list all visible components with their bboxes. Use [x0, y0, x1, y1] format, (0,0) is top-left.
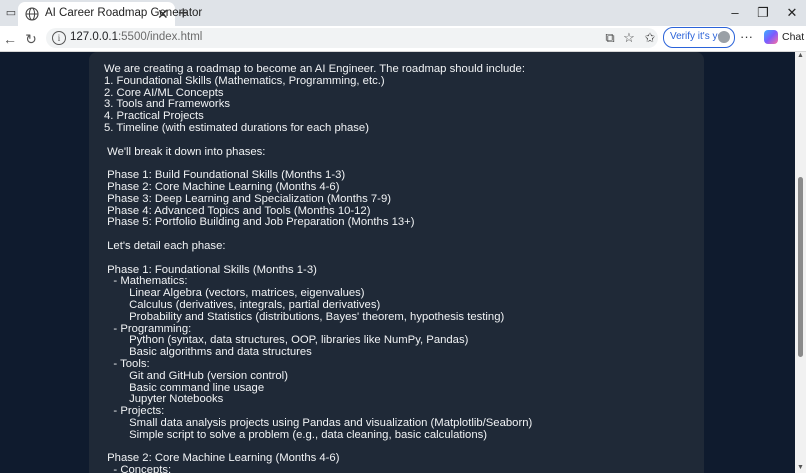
roadmap-output-card: We are creating a roadmap to become an A…	[89, 52, 704, 473]
scroll-up-icon[interactable]: ▲	[797, 52, 804, 59]
roadmap-line: Phase 2: Core Machine Learning (Months 4…	[104, 180, 340, 193]
browser-tab[interactable]: AI Career Roadmap Generator ✕	[18, 2, 202, 26]
favorites-icon[interactable]: ✩	[642, 30, 658, 46]
copilot-icon[interactable]	[764, 30, 778, 44]
more-options-icon[interactable]: ···	[740, 29, 753, 44]
roadmap-line	[104, 135, 699, 147]
url-text: 127.0.0.1:5500/index.html	[70, 31, 203, 43]
minimize-button[interactable]: –	[723, 3, 747, 23]
roadmap-line: Basic algorithms and data structures	[104, 346, 312, 359]
roadmap-line: 5. Timeline (with estimated durations fo…	[104, 121, 369, 134]
page-viewport: We are creating a roadmap to become an A…	[0, 52, 795, 473]
roadmap-line: Phase 1: Foundational Skills (Months 1-3…	[104, 263, 317, 276]
address-bar[interactable]: i 127.0.0.1:5500/index.html ⧉ ☆ ✩	[46, 28, 658, 48]
roadmap-line: Phase 2: Core Machine Learning (Months 4…	[104, 452, 340, 465]
roadmap-line: Git and GitHub (version control)	[104, 369, 288, 382]
reload-button[interactable]: ↻	[21, 29, 41, 49]
roadmap-line: 1. Foundational Skills (Mathematics, Pro…	[104, 74, 385, 87]
tab-strip: ▭ AI Career Roadmap Generator ✕ + – ❐ ✕	[0, 0, 806, 26]
tab-close-icon[interactable]: ✕	[157, 6, 169, 22]
roadmap-line: Small data analysis projects using Panda…	[104, 416, 533, 429]
verify-profile-button[interactable]: Verify it's you	[663, 27, 735, 48]
address-bar-row: ← ↻ i 127.0.0.1:5500/index.html ⧉ ☆ ✩ Ve…	[0, 26, 806, 52]
roadmap-line	[104, 253, 699, 265]
new-tab-button[interactable]: +	[178, 3, 189, 23]
roadmap-line: We'll break it down into phases:	[104, 145, 266, 158]
roadmap-line: Phase 3: Deep Learning and Specializatio…	[104, 192, 391, 205]
vertical-scrollbar[interactable]: ▲ ▼	[795, 52, 806, 473]
roadmap-line: - Tools:	[104, 357, 150, 370]
avatar	[718, 31, 730, 43]
tab-actions-menu-icon[interactable]: ▭	[3, 5, 19, 21]
roadmap-line: Let's detail each phase:	[104, 239, 226, 252]
scrollbar-thumb[interactable]	[798, 177, 803, 357]
globe-icon	[25, 7, 39, 21]
roadmap-line: - Concepts:	[104, 464, 172, 473]
roadmap-text: We are creating a roadmap to become an A…	[104, 63, 699, 473]
roadmap-line: Phase 5: Portfolio Building and Job Prep…	[104, 216, 415, 229]
roadmap-line: Jupyter Notebooks	[104, 393, 224, 406]
close-window-button[interactable]: ✕	[780, 3, 804, 23]
site-info-icon[interactable]: i	[52, 31, 66, 45]
roadmap-line: Probability and Statistics (distribution…	[104, 310, 505, 323]
back-button[interactable]: ←	[0, 29, 20, 49]
favorite-star-icon[interactable]: ☆	[621, 30, 637, 46]
roadmap-line: Calculus (derivatives, integrals, partia…	[104, 298, 381, 311]
chat-button[interactable]: Chat	[782, 31, 804, 43]
translate-icon[interactable]: ⧉	[602, 30, 618, 46]
maximize-button[interactable]: ❐	[751, 3, 775, 23]
roadmap-line: Simple script to solve a problem (e.g., …	[104, 428, 488, 441]
scroll-down-icon[interactable]: ▼	[797, 464, 804, 471]
